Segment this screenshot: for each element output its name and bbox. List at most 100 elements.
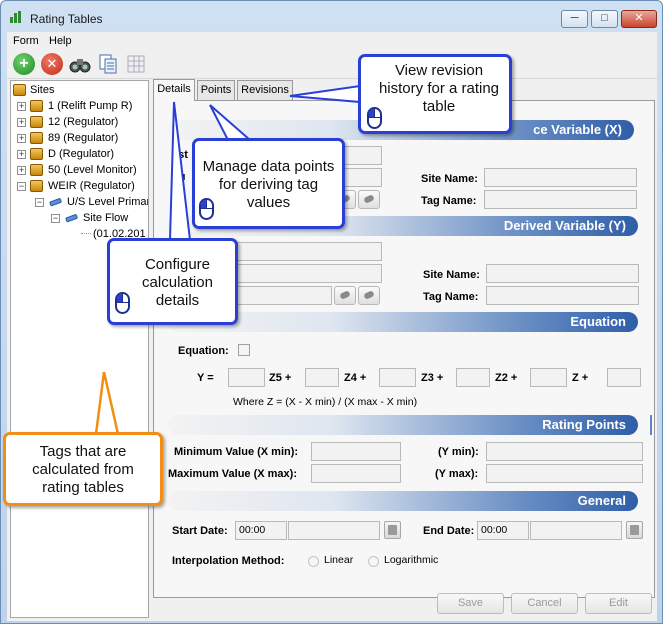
derived-site-name-label: Site Name:: [423, 269, 480, 281]
delete-icon[interactable]: ✕: [41, 53, 63, 75]
coef-z2-field[interactable]: [456, 368, 490, 387]
coef-z4-field[interactable]: [305, 368, 339, 387]
tree-item-site[interactable]: + 89 (Regulator): [13, 130, 148, 146]
equation-checkbox[interactable]: [238, 344, 250, 356]
close-button[interactable]: ✕: [621, 10, 657, 28]
points-callout-text: Manage data points for deriving tag valu…: [202, 158, 335, 211]
tree-item-site[interactable]: + 50 (Level Monitor): [13, 162, 148, 178]
minimize-button[interactable]: ─: [561, 10, 588, 28]
tree-tag-label: U/S Level Primar: [67, 196, 149, 208]
chart-app-icon: [10, 11, 24, 23]
mouse-icon: [199, 198, 214, 220]
tree-item-site[interactable]: + 12 (Regulator): [13, 114, 148, 130]
expand-icon[interactable]: +: [17, 150, 26, 159]
edit-button[interactable]: Edit: [585, 593, 652, 614]
expand-icon[interactable]: +: [17, 134, 26, 143]
cancel-button[interactable]: Cancel: [511, 593, 578, 614]
copy-document-icon[interactable]: [97, 53, 119, 75]
interpolation-label: Interpolation Method:: [172, 555, 285, 567]
tree-item-label: 12 (Regulator): [48, 116, 119, 128]
tags-callout-text: Tags that are calculated from rating tab…: [32, 443, 134, 496]
coef-z5-field[interactable]: [228, 368, 265, 387]
equation-title: Equation: [570, 314, 626, 329]
derived-tag-name-label: Tag Name:: [423, 291, 479, 303]
start-calendar-icon[interactable]: [384, 521, 401, 539]
site-box-icon: [30, 132, 43, 144]
sites-tree[interactable]: Sites + 1 (Relift Pump R) + 12 (Regulato…: [10, 80, 149, 618]
end-date-field[interactable]: [530, 521, 622, 540]
title-bar: Rating Tables ─ □ ✕: [1, 1, 662, 31]
derived-field[interactable]: [228, 264, 382, 283]
clear-tag-button[interactable]: [358, 190, 380, 209]
binoculars-icon[interactable]: [69, 53, 91, 75]
tree-item-tag[interactable]: − Site Flow: [47, 210, 148, 226]
browse-tag-button[interactable]: [334, 286, 356, 305]
y-min-label: (Y min):: [438, 446, 479, 458]
add-icon[interactable]: +: [13, 53, 35, 75]
end-calendar-icon[interactable]: [626, 521, 643, 539]
end-time-field[interactable]: 00:00: [477, 521, 529, 540]
expand-icon[interactable]: +: [17, 102, 26, 111]
linear-label: Linear: [324, 554, 354, 566]
x-min-field[interactable]: [311, 442, 401, 461]
coef-constant-field[interactable]: [607, 368, 641, 387]
derived-tag-name-field[interactable]: [486, 286, 639, 305]
y-min-field[interactable]: [486, 442, 643, 461]
tags-callout: Tags that are calculated from rating tab…: [3, 432, 163, 506]
logarithmic-radio[interactable]: [368, 556, 379, 567]
tree-item-site-expanded[interactable]: − WEIR (Regulator): [13, 178, 148, 194]
z4-label: Z4 +: [344, 372, 367, 384]
tab-details[interactable]: Details: [153, 79, 195, 101]
clear-tag-button[interactable]: [358, 286, 380, 305]
source-site-name-label: Site Name:: [421, 173, 478, 185]
coef-z3-field[interactable]: [379, 368, 416, 387]
x-max-field[interactable]: [311, 464, 401, 483]
tree-root-sites[interactable]: Sites: [13, 82, 143, 98]
save-button[interactable]: Save: [437, 593, 504, 614]
menu-help[interactable]: Help: [49, 35, 72, 47]
start-date-field[interactable]: [288, 521, 380, 540]
expand-icon[interactable]: +: [17, 166, 26, 175]
menu-bar: Form Help: [7, 32, 657, 50]
grid-settings-icon[interactable]: [125, 53, 147, 75]
maximize-button[interactable]: □: [591, 10, 618, 28]
end-date-label: End Date:: [423, 525, 475, 537]
rating-points-title: Rating Points: [542, 417, 626, 432]
tab-points[interactable]: Points: [197, 80, 235, 100]
mouse-icon: [367, 107, 382, 129]
collapse-icon[interactable]: −: [17, 182, 26, 191]
tag-pencil-icon: [49, 198, 62, 207]
derived-site-name-field[interactable]: [486, 264, 639, 283]
z3-label: Z3 +: [421, 372, 444, 384]
tab-revisions[interactable]: Revisions: [237, 80, 293, 100]
mouse-icon: [115, 292, 130, 314]
linear-radio[interactable]: [308, 556, 319, 567]
revisions-callout-text: View revision history for a rating table: [378, 62, 500, 115]
formula-text: Where Z = (X - X min) / (X max - X min): [233, 396, 418, 408]
source-site-name-field[interactable]: [484, 168, 637, 187]
derived-system-field[interactable]: [228, 242, 382, 261]
equation-label: Equation:: [178, 345, 229, 357]
collapse-icon[interactable]: −: [51, 214, 60, 223]
source-tag-name-field[interactable]: [484, 190, 637, 209]
tree-item-site[interactable]: + 1 (Relift Pump R): [13, 98, 148, 114]
menu-form[interactable]: Form: [13, 35, 39, 47]
tree-item-site[interactable]: + D (Regulator): [13, 146, 148, 162]
y-max-field[interactable]: [486, 464, 643, 483]
points-callout: Manage data points for deriving tag valu…: [192, 138, 345, 229]
source-partial-label: yst: [172, 149, 188, 161]
coef-z-field[interactable]: [530, 368, 567, 387]
z2-label: Z2 +: [495, 372, 518, 384]
tree-item-label: 1 (Relift Pump R): [48, 100, 133, 112]
tag-pencil-icon: [65, 214, 78, 223]
x-max-label: Maximum Value (X max):: [168, 468, 297, 480]
tree-item-label: 89 (Regulator): [48, 132, 119, 144]
tree-item-tag[interactable]: − U/S Level Primar: [31, 194, 149, 210]
derived-tag-field[interactable]: [228, 286, 332, 305]
header-accent: [650, 415, 652, 435]
tree-item-label: WEIR (Regulator): [48, 180, 135, 192]
equation-header: Equation: [168, 312, 638, 332]
collapse-icon[interactable]: −: [35, 198, 44, 207]
expand-icon[interactable]: +: [17, 118, 26, 127]
start-time-field[interactable]: 00:00: [235, 521, 287, 540]
